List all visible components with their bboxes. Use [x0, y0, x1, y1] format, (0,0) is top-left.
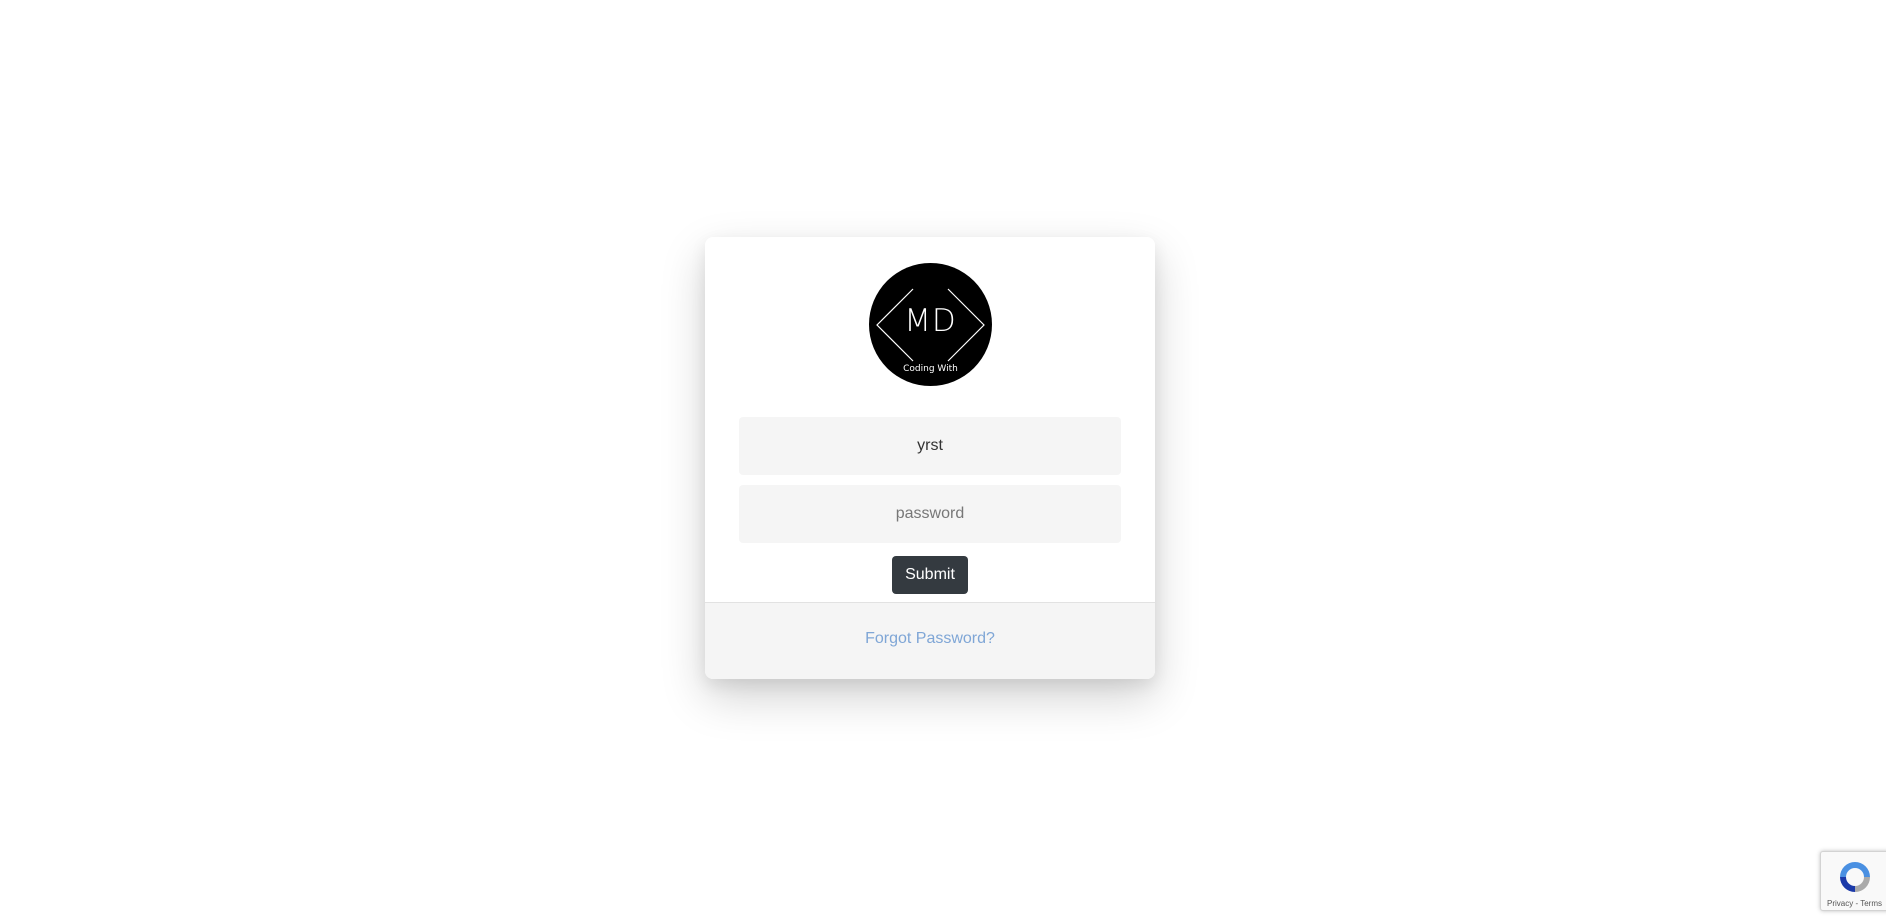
- submit-button[interactable]: Submit: [892, 556, 968, 594]
- privacy-link[interactable]: Privacy: [1827, 899, 1853, 908]
- forgot-password-link[interactable]: Forgot Password?: [705, 630, 1155, 648]
- recaptcha-icon: [1840, 862, 1870, 892]
- terms-link[interactable]: Terms: [1860, 899, 1882, 908]
- logo-subtext: Coding With: [903, 364, 958, 374]
- recaptcha-badge[interactable]: Privacy - Terms: [1820, 851, 1886, 911]
- recaptcha-separator: -: [1855, 899, 1859, 908]
- login-card: MD Coding With Submit Forgot Password?: [705, 237, 1155, 679]
- recaptcha-links: Privacy - Terms: [1827, 899, 1882, 908]
- username-field[interactable]: [739, 417, 1121, 475]
- logo: MD Coding With: [869, 263, 992, 386]
- password-field[interactable]: [739, 485, 1121, 543]
- logo-text: MD: [904, 303, 957, 339]
- card-footer: Forgot Password?: [705, 602, 1155, 679]
